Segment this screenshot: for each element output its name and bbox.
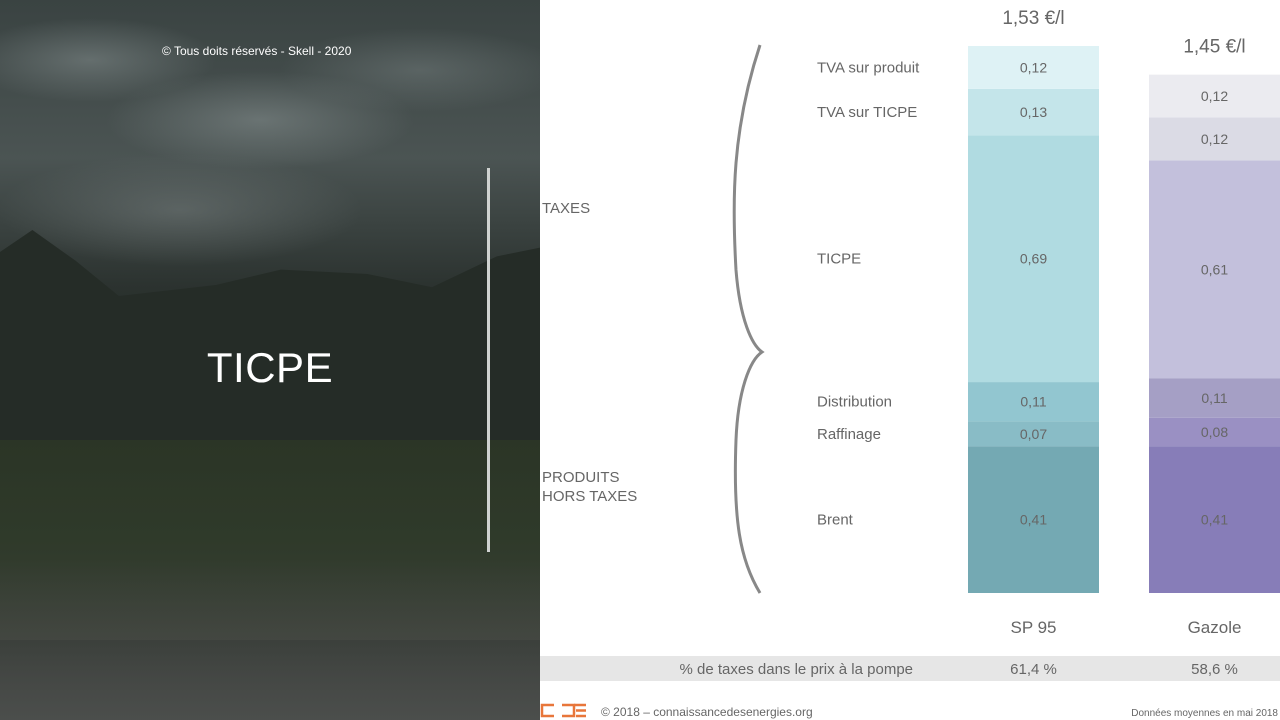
- brace-shape: [732, 44, 765, 594]
- logo-stroke: [562, 703, 576, 718]
- chart-panel: 0,41 0,07 0,11 0,69 0,13 0,12 1,53 €/l SP 95 0,4…: [540, 0, 1280, 720]
- series-label: TVA sur TICPE: [817, 104, 917, 121]
- group-label-produits-line2: HORS TAXES: [542, 488, 637, 505]
- category-label: Gazole: [1188, 618, 1242, 637]
- note-text: Données moyennes en mai 2018: [1131, 708, 1278, 719]
- logo-stroke: [540, 703, 554, 718]
- stacked-bar-chart: 0,41 0,07 0,11 0,69 0,13 0,12 1,53 €/l SP 95 0,4…: [540, 8, 1280, 719]
- data-label: 0,41: [1201, 512, 1228, 528]
- logo-stroke: [574, 703, 586, 718]
- data-label: 0,12: [1020, 59, 1047, 75]
- data-label: 0,08: [1201, 424, 1228, 440]
- footer-row-value: 61,4 %: [1010, 661, 1057, 678]
- cde-logo: [540, 703, 586, 718]
- source-text: © 2018 – connaissancedesenergies.org: [601, 705, 813, 719]
- data-label: 0,61: [1201, 261, 1228, 277]
- group-label-taxes: TAXES: [542, 200, 590, 217]
- group-label-produits: PRODUITS: [542, 469, 620, 486]
- data-label: 0,07: [1020, 426, 1047, 442]
- data-label: 0,69: [1020, 251, 1047, 267]
- copyright-text: © Tous doits réservés - Skell - 2020: [162, 44, 352, 58]
- footer-row-value: 58,6 %: [1191, 661, 1238, 678]
- data-label: 0,11: [1201, 390, 1227, 406]
- series-label: Brent: [817, 512, 854, 529]
- series-label: TICPE: [817, 251, 861, 268]
- vertical-divider: [487, 168, 490, 552]
- total-label: 1,45 €/l: [1183, 37, 1245, 58]
- mountain-silhouette: [0, 230, 540, 450]
- data-label: 0,11: [1020, 394, 1046, 410]
- data-label: 0,13: [1020, 104, 1047, 120]
- total-label: 1,53 €/l: [1002, 8, 1064, 29]
- slide-title: TICPE: [206, 344, 334, 391]
- data-label: 0,12: [1201, 88, 1228, 104]
- category-label: SP 95: [1010, 618, 1056, 637]
- series-label: Raffinage: [817, 426, 881, 443]
- data-label: 0,12: [1201, 131, 1228, 147]
- footer-row-label: % de taxes dans le prix à la pompe: [680, 661, 913, 678]
- data-label: 0,41: [1020, 512, 1047, 528]
- ground-fade: [0, 560, 540, 720]
- series-label: TVA sur produit: [817, 59, 920, 76]
- series-label: Distribution: [817, 394, 892, 411]
